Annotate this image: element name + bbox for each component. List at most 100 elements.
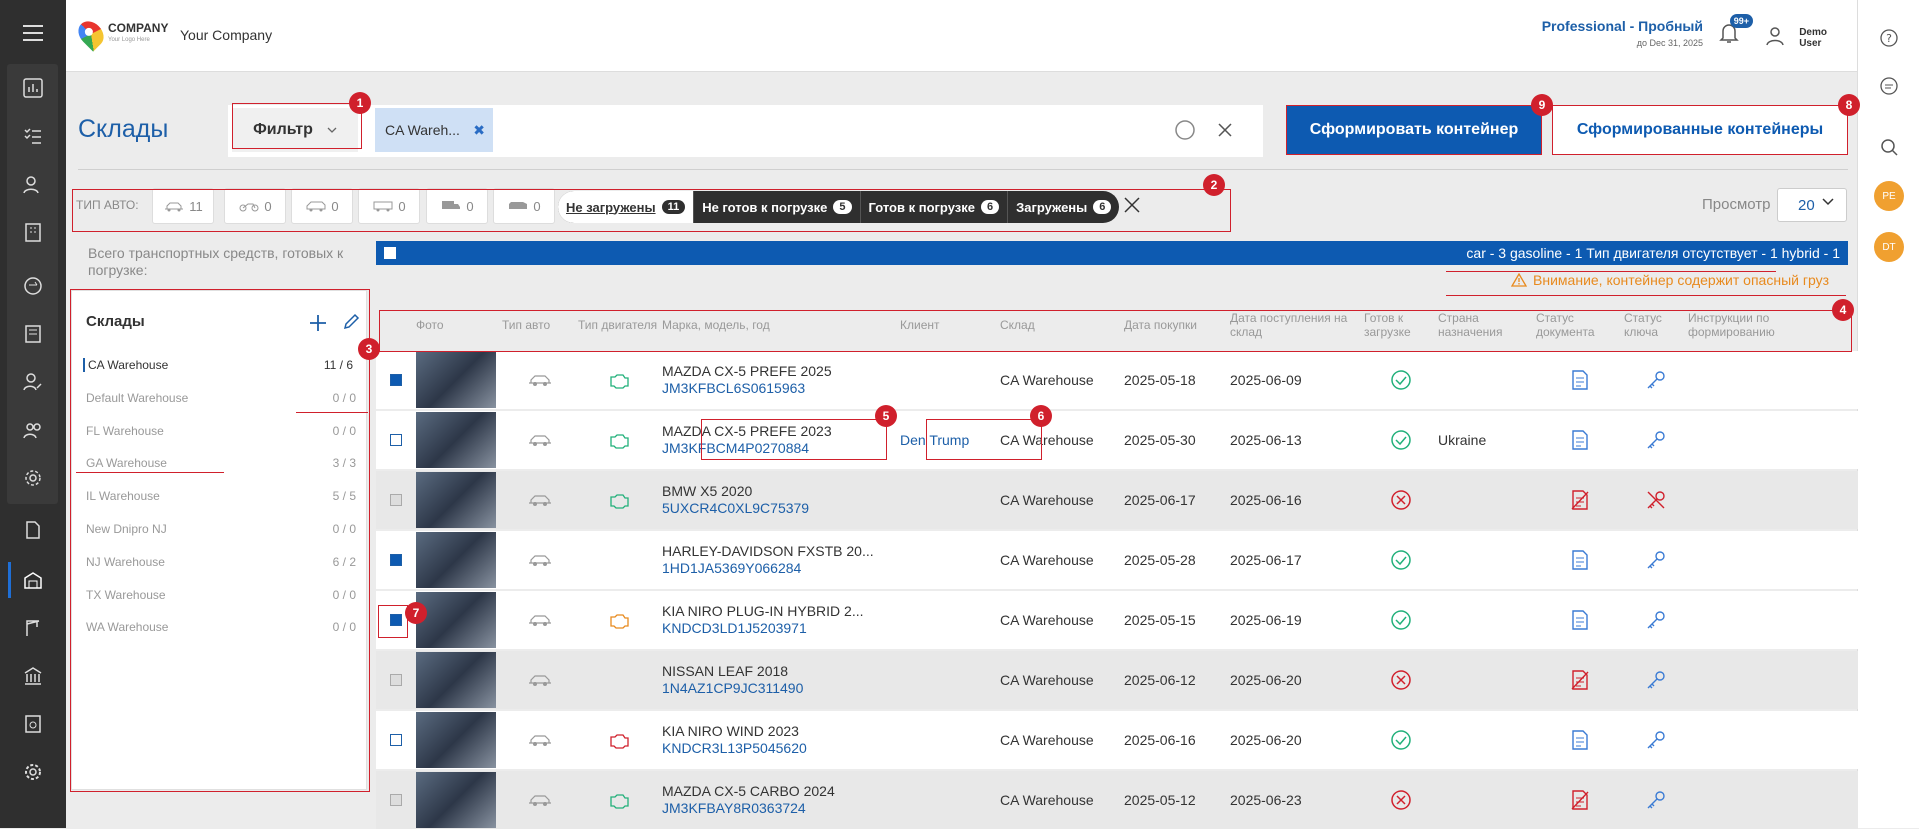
key-icon	[1647, 731, 1665, 749]
top-bar: COMPANY Your Logo Here Your Company Profe…	[66, 0, 1857, 72]
vehicle-photo[interactable]	[416, 352, 496, 408]
view-label: Просмотр	[1702, 196, 1771, 213]
key-icon	[1647, 611, 1665, 629]
warehouse-icon[interactable]	[0, 558, 66, 602]
search-bar[interactable]: Фильтр CA Wareh... ✖	[228, 105, 1263, 157]
vehicle-model: KIA NIRO PLUG-IN HYBRID 2...	[662, 603, 864, 619]
key-icon	[1647, 671, 1665, 689]
select-all-checkbox[interactable]	[384, 247, 396, 259]
crane-icon[interactable]	[0, 606, 66, 650]
warehouse-cell: CA Warehouse	[1000, 672, 1094, 688]
gear-icon[interactable]	[0, 750, 66, 794]
document-status-icon	[1572, 610, 1588, 630]
warehouse-cell: CA Warehouse	[1000, 732, 1094, 748]
table-row[interactable]: HARLEY-DAVIDSON FXSTB 20... 1HD1JA5369Y06…	[376, 531, 1858, 589]
vehicle-photo[interactable]	[416, 532, 496, 588]
right-bar: ? PE DT	[1857, 0, 1919, 828]
arrival-date-cell: 2025-06-17	[1230, 552, 1302, 568]
search-icon[interactable]	[1858, 127, 1919, 167]
vehicle-vin[interactable]: KNDCD3LD1J5203971	[662, 620, 900, 637]
highlight-4	[379, 310, 1852, 352]
dashboard-icon[interactable]	[0, 66, 66, 110]
car-icon	[529, 735, 551, 746]
buildings-icon[interactable]	[0, 210, 66, 254]
warehouse-cell: CA Warehouse	[1000, 612, 1094, 628]
highlight-3	[70, 289, 370, 792]
vehicle-vin[interactable]: JM3KFBCL6S0615963	[662, 380, 900, 397]
marker-2: 2	[1203, 174, 1225, 196]
tasks-icon[interactable]	[0, 114, 66, 158]
vehicle-vin[interactable]: JM3KFBAY8R0363724	[662, 800, 900, 817]
engine-icon	[610, 434, 629, 449]
document-status-icon	[1572, 430, 1588, 450]
buy-date-cell: 2025-05-12	[1124, 792, 1196, 808]
table-row[interactable]: MAZDA CX-5 PREFE 2023 JM3KFBCM4P0270884 De…	[376, 411, 1858, 469]
bank-icon[interactable]	[0, 654, 66, 698]
vehicle-photo[interactable]	[416, 712, 496, 768]
vehicle-vin[interactable]: 1HD1JA5369Y066284	[662, 560, 900, 577]
row-checkbox[interactable]	[390, 734, 402, 746]
row-checkbox[interactable]	[390, 494, 402, 506]
vehicle-model: BMW X5 2020	[662, 483, 753, 499]
invoice-icon[interactable]	[0, 702, 66, 746]
vehicle-vin[interactable]: 1N4AZ1CP9JC311490	[662, 680, 900, 697]
user-icon[interactable]	[1765, 26, 1785, 51]
chat-icon[interactable]	[1858, 66, 1919, 106]
book-icon[interactable]	[0, 312, 66, 356]
exchange-icon[interactable]	[0, 264, 66, 308]
vehicle-vin[interactable]: 5UXCR4C0XL9C75379	[662, 500, 900, 517]
row-checkbox[interactable]	[390, 674, 402, 686]
car-icon	[529, 495, 551, 506]
marker-6: 6	[1030, 405, 1052, 427]
row-checkbox[interactable]	[390, 554, 402, 566]
page-size-select[interactable]: 20	[1777, 188, 1847, 222]
user-edit-icon[interactable]	[0, 360, 66, 404]
underline-warning	[1446, 271, 1776, 272]
table-row[interactable]: KIA NIRO WIND 2023 KNDCR3L13P5045620 CA Wa…	[376, 711, 1858, 769]
contacts-icon[interactable]	[0, 162, 66, 206]
help-icon[interactable]: ?	[1858, 18, 1919, 58]
row-checkbox[interactable]	[390, 374, 402, 386]
chevron-down-icon	[1822, 198, 1834, 206]
document-status-icon	[1572, 370, 1588, 390]
key-icon	[1647, 551, 1665, 569]
menu-icon[interactable]	[0, 11, 66, 55]
vehicle-model: KIA NIRO WIND 2023	[662, 723, 799, 739]
underline-default	[76, 472, 224, 473]
plan-info[interactable]: Professional - Пробный до Dec 31, 2025	[1542, 18, 1703, 48]
vehicle-vin[interactable]: KNDCR3L13P5045620	[662, 740, 900, 757]
vehicle-photo[interactable]	[416, 592, 496, 648]
document-icon[interactable]	[0, 508, 66, 552]
avatar-dt[interactable]: DT	[1858, 227, 1919, 267]
marker-9: 9	[1531, 94, 1553, 116]
table-row[interactable]: NISSAN LEAF 2018 1N4AZ1CP9JC311490 CA Ware…	[376, 651, 1858, 709]
vehicle-photo[interactable]	[416, 772, 496, 828]
total-ready-label: Всего транспортных средств, готовых к по…	[88, 245, 344, 278]
user-name[interactable]: Demo User	[1799, 27, 1827, 49]
chip-close-icon[interactable]: ✖	[473, 122, 485, 139]
filter-chip[interactable]: CA Wareh... ✖	[375, 108, 493, 152]
logo-subtext: Your Logo Here	[108, 37, 150, 43]
vehicle-photo[interactable]	[416, 652, 496, 708]
settings-users-icon[interactable]	[0, 456, 66, 500]
document-status-icon	[1572, 730, 1588, 750]
users-icon[interactable]	[0, 408, 66, 452]
car-icon	[529, 435, 551, 446]
vehicle-photo[interactable]	[416, 472, 496, 528]
table-row[interactable]: KIA NIRO PLUG-IN HYBRID 2... KNDCD3LD1J52…	[376, 591, 1858, 649]
table-row[interactable]: MAZDA CX-5 CARBO 2024 JM3KFBAY8R0363724 CA…	[376, 771, 1858, 829]
row-checkbox[interactable]	[390, 434, 402, 446]
clear-icon[interactable]	[1214, 119, 1236, 146]
avatar-pe[interactable]: PE	[1858, 176, 1919, 216]
search-icon[interactable]	[1174, 119, 1198, 148]
arrival-date-cell: 2025-06-16	[1230, 492, 1302, 508]
arrival-date-cell: 2025-06-09	[1230, 372, 1302, 388]
table-row[interactable]: BMW X5 2020 5UXCR4C0XL9C75379 CA Warehouse…	[376, 471, 1858, 529]
company-name: Your Company	[180, 27, 273, 43]
row-checkbox[interactable]	[390, 794, 402, 806]
highlight-8	[1552, 105, 1848, 155]
vehicle-photo[interactable]	[416, 412, 496, 468]
table-row[interactable]: MAZDA CX-5 PREFE 2025 JM3KFBCL6S0615963 CA…	[376, 351, 1858, 409]
vehicle-model: MAZDA CX-5 CARBO 2024	[662, 783, 835, 799]
company-logo[interactable]: COMPANY Your Logo Here	[73, 16, 168, 52]
